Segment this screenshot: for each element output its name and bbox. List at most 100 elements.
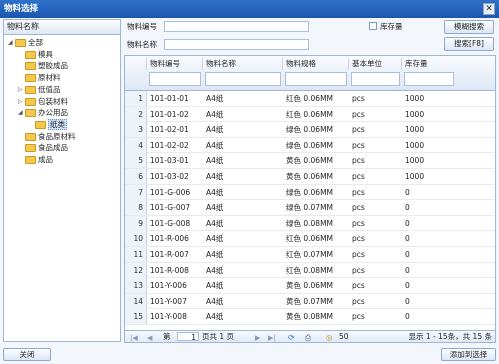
- tree-expander-icon[interactable]: ▷: [18, 84, 25, 96]
- table-row[interactable]: 15 101-Y-008 A4纸 黄色 0.08MM pcs 0: [125, 309, 495, 325]
- pager-summary: 显示 1 - 15条，共 15 条: [408, 332, 493, 341]
- next-page-icon[interactable]: ▶: [255, 332, 260, 344]
- fuzzy-search-button[interactable]: 模糊搜索: [444, 20, 494, 34]
- cell-stock: 1000: [405, 140, 425, 150]
- refresh-icon[interactable]: ⟳: [288, 332, 295, 344]
- table-row[interactable]: 1 101-01-01 A4纸 红色 0.06MM pcs 1000: [125, 91, 495, 107]
- export-icon[interactable]: ⎙: [305, 332, 311, 344]
- cell-spec: 黄色 0.07MM: [286, 296, 334, 306]
- header-name[interactable]: 物料名称: [203, 58, 283, 70]
- cell-code: 101-G-007: [150, 203, 191, 213]
- tree-node[interactable]: 食品成品: [18, 142, 68, 154]
- close-button[interactable]: 关闭: [3, 348, 51, 361]
- table-row[interactable]: 3 101-02-01 A4纸 绿色 0.06MM pcs 1000: [125, 122, 495, 138]
- table-row[interactable]: 6 101-03-02 A4纸 黄色 0.06MM pcs 1000: [125, 169, 495, 185]
- cell-name: A4纸: [206, 172, 224, 181]
- row-number: 7: [125, 184, 147, 200]
- cell-spec: 黄色 0.06MM: [286, 172, 334, 181]
- cell-stock: 0: [405, 281, 410, 291]
- tree-node[interactable]: 食品原材料: [18, 131, 76, 143]
- row-number: 3: [125, 122, 147, 138]
- tree-node[interactable]: ▷ 低值品: [18, 84, 61, 96]
- tree-expander-icon[interactable]: ◢: [18, 107, 25, 119]
- add-to-selection-button[interactable]: 添加到选择: [441, 348, 496, 361]
- cell-stock: 1000: [405, 94, 425, 103]
- table-row[interactable]: 7 101-G-006 A4纸 绿色 0.06MM pcs 0: [125, 184, 495, 201]
- search-button[interactable]: 搜索[F8]: [444, 37, 494, 51]
- tree-node-label: 模具: [38, 49, 53, 59]
- pagesize-icon[interactable]: ◎: [326, 332, 333, 344]
- code-input[interactable]: [164, 21, 309, 32]
- page-input[interactable]: 1: [177, 332, 199, 342]
- tree-node[interactable]: ◢ 全部: [8, 37, 43, 49]
- table-row[interactable]: 13 101-Y-006 A4纸 黄色 0.06MM pcs 0: [125, 278, 495, 294]
- tree-node-label: 包装材料: [38, 96, 68, 106]
- tree-node[interactable]: ▷ 包装材料: [18, 96, 68, 108]
- code-label: 物料编号: [127, 22, 157, 31]
- cell-stock: 0: [405, 218, 410, 228]
- cell-unit: pcs: [352, 218, 365, 228]
- header-unit[interactable]: 基本单位: [349, 58, 402, 70]
- table-row[interactable]: 2 101-01-02 A4纸 红色 0.06MM pcs 1000: [125, 106, 495, 123]
- first-page-icon[interactable]: |◀: [130, 332, 138, 344]
- table-row[interactable]: 4 101-02-02 A4纸 绿色 0.06MM pcs 1000: [125, 137, 495, 154]
- tree-node[interactable]: 成品: [18, 154, 53, 166]
- filter-unit[interactable]: [351, 72, 400, 86]
- stock-checkbox[interactable]: [369, 22, 377, 30]
- tree-expander-icon[interactable]: ▷: [18, 96, 25, 108]
- table-row[interactable]: 12 101-R-008 A4纸 红色 0.08MM pcs 0: [125, 262, 495, 279]
- tree-node-label: 办公用品: [38, 108, 68, 118]
- cell-spec: 绿色 0.06MM: [286, 187, 334, 197]
- table-row[interactable]: 14 101-Y-007 A4纸 黄色 0.07MM pcs 0: [125, 293, 495, 310]
- tree-node[interactable]: 模具: [18, 49, 53, 61]
- cell-unit: pcs: [352, 140, 365, 150]
- grid-header: 物料编号 物料名称 物料规格 基本单位 库存量: [125, 56, 495, 91]
- tree-node[interactable]: 塑胶成品: [18, 60, 68, 72]
- cell-stock: 0: [405, 203, 410, 213]
- tree-node-label: 低值品: [38, 84, 61, 94]
- filter-code[interactable]: [149, 72, 201, 86]
- window-title: 物料选择: [4, 4, 39, 14]
- table-row[interactable]: 10 101-R-006 A4纸 红色 0.06MM pcs 0: [125, 231, 495, 247]
- folder-icon: [35, 120, 46, 129]
- tree-node[interactable]: 原材料: [18, 72, 61, 84]
- cell-code: 101-03-01: [150, 156, 189, 166]
- prev-page-icon[interactable]: ◀: [147, 332, 152, 344]
- cell-name: A4纸: [206, 156, 224, 166]
- cell-name: A4纸: [206, 125, 224, 135]
- cell-unit: pcs: [352, 265, 365, 275]
- page-size[interactable]: 50: [339, 331, 349, 343]
- folder-icon: [25, 144, 36, 153]
- row-number: 14: [125, 293, 147, 309]
- table-row[interactable]: 5 101-03-01 A4纸 黄色 0.06MM pcs 1000: [125, 153, 495, 169]
- window-titlebar: 物料选择 ✕: [0, 0, 499, 18]
- cell-spec: 黄色 0.08MM: [286, 312, 334, 322]
- tree-node[interactable]: 纸类: [28, 118, 67, 131]
- name-input[interactable]: [164, 39, 309, 50]
- header-stock[interactable]: 库存量: [402, 58, 456, 70]
- last-page-icon[interactable]: ▶|: [268, 332, 276, 344]
- header-spec[interactable]: 物料规格: [283, 58, 349, 70]
- filter-name[interactable]: [205, 72, 281, 86]
- cell-code: 101-01-01: [150, 94, 189, 103]
- filter-stock[interactable]: [404, 72, 454, 86]
- table-row[interactable]: 8 101-G-007 A4纸 绿色 0.07MM pcs 0: [125, 200, 495, 216]
- filter-spec[interactable]: [285, 72, 347, 86]
- tree-expander-icon[interactable]: ◢: [8, 37, 15, 49]
- cell-name: A4纸: [206, 203, 224, 213]
- tree-node-label: 全部: [28, 38, 43, 47]
- cell-unit: pcs: [352, 187, 365, 197]
- cell-spec: 红色 0.07MM: [286, 250, 334, 259]
- row-number: 8: [125, 200, 147, 216]
- cell-name: A4纸: [206, 281, 224, 291]
- header-code[interactable]: 物料编号: [147, 58, 203, 70]
- pager: |◀ ◀ 第 1 页共 1 页 ▶ ▶| ⟳ ⎙ ◎ 50 显示 1 - 15条…: [124, 331, 496, 343]
- cell-code: 101-01-02: [150, 109, 189, 119]
- tree-node[interactable]: ◢ 办公用品: [18, 107, 68, 119]
- table-row[interactable]: 9 101-G-008 A4纸 绿色 0.08MM pcs 0: [125, 215, 495, 232]
- page-suffix: 页共 1 页: [202, 332, 235, 341]
- table-row[interactable]: 11 101-R-007 A4纸 红色 0.07MM pcs 0: [125, 247, 495, 263]
- row-number: 5: [125, 153, 147, 169]
- close-icon[interactable]: ✕: [483, 3, 495, 15]
- page-prefix: 第: [163, 332, 171, 341]
